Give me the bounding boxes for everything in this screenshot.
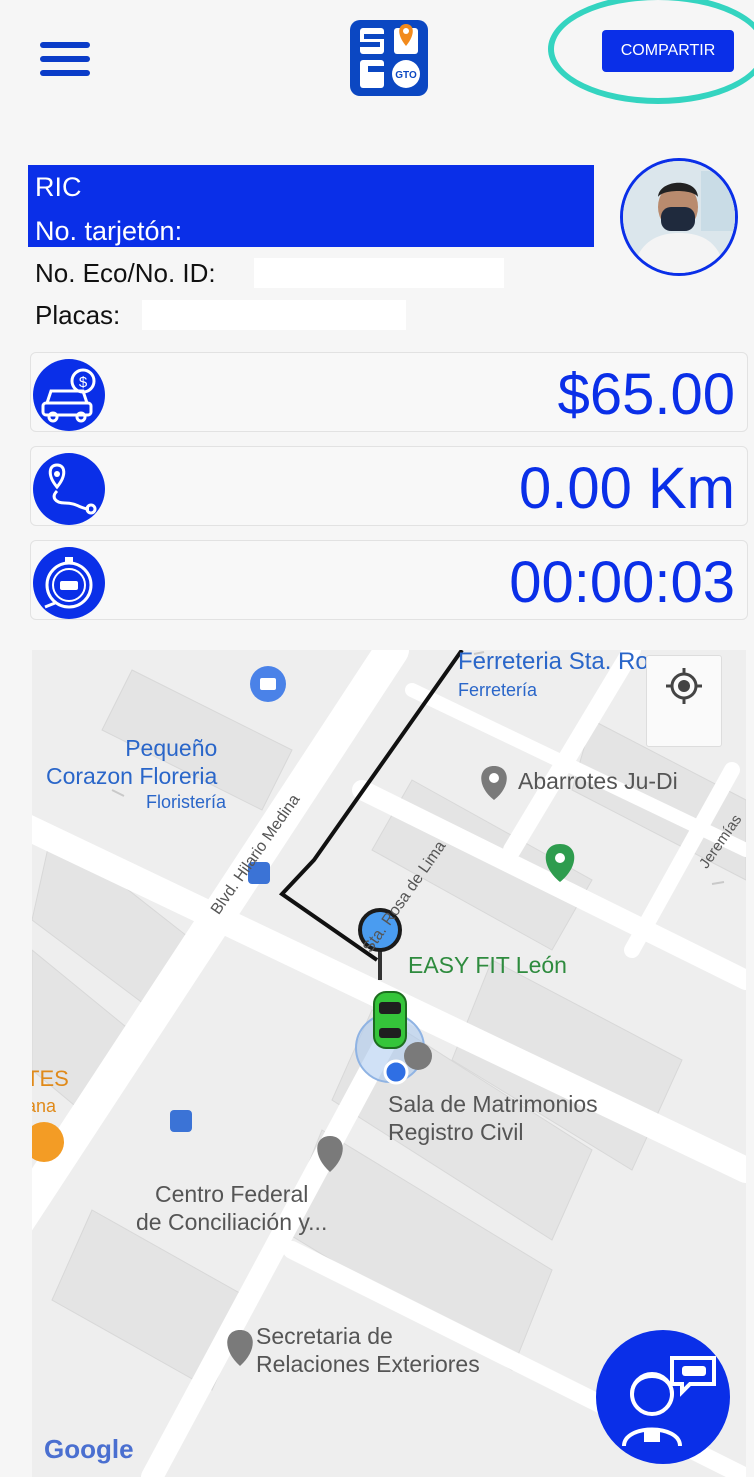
route-icon <box>33 453 105 525</box>
google-attribution: Google <box>44 1434 134 1464</box>
fare-row: $ $65.00 <box>30 352 748 432</box>
support-chat-button[interactable] <box>596 1330 730 1464</box>
poi-secretaria: Secretaria de Relaciones Exteriores <box>256 1323 480 1377</box>
driver-eco-label: No. Eco/No. ID: <box>35 258 216 288</box>
distance-row: 0.00 Km <box>30 446 748 526</box>
poi-ana: ana <box>32 1096 57 1116</box>
poi-ferreteria-type: Ferretería <box>458 680 538 700</box>
poi-easyfit: EASY FIT León <box>408 952 567 978</box>
poi-centro-federal: Centro Federal de Conciliación y... <box>136 1181 328 1235</box>
time-value: 00:00:03 <box>509 550 735 615</box>
poi-abarrotes: Abarrotes Ju-Di <box>518 768 678 794</box>
svg-text:GTO: GTO <box>395 70 417 81</box>
menu-button[interactable] <box>40 42 90 78</box>
my-location-icon <box>666 668 702 704</box>
poi-tes: TES <box>32 1066 69 1091</box>
driver-plates-label: Placas: <box>35 300 121 330</box>
redacted-plates <box>142 300 406 330</box>
logo-graphic: GTO <box>360 24 420 88</box>
distance-value: 0.00 Km <box>519 456 735 521</box>
poi-floreria-name: Pequeño Corazon Floreria <box>46 735 218 789</box>
poi-ferreteria-name: Ferreteria Sta. Rosa <box>458 650 675 675</box>
my-location-button[interactable] <box>646 655 722 747</box>
time-row: 00:00:03 <box>30 540 748 620</box>
share-area: COMPARTIR <box>548 0 754 118</box>
app-logo: GTO <box>350 20 428 96</box>
driver-card-label: No. tarjetón: <box>35 216 183 246</box>
poi-floreria-type: Floristería <box>146 792 227 812</box>
driver-photo <box>623 161 735 273</box>
share-button[interactable]: COMPARTIR <box>602 30 734 72</box>
redacted-eco <box>254 258 504 288</box>
driver-avatar <box>620 158 738 276</box>
support-chat-icon <box>622 1356 716 1447</box>
stopwatch-icon <box>33 547 105 619</box>
fare-value: $65.00 <box>557 362 735 427</box>
driver-name: RIC <box>35 172 82 202</box>
svg-text:$: $ <box>79 374 88 391</box>
poi-sala-matrimonios: Sala de Matrimonios Registro Civil <box>388 1091 598 1145</box>
taxi-fare-icon: $ <box>33 359 105 431</box>
